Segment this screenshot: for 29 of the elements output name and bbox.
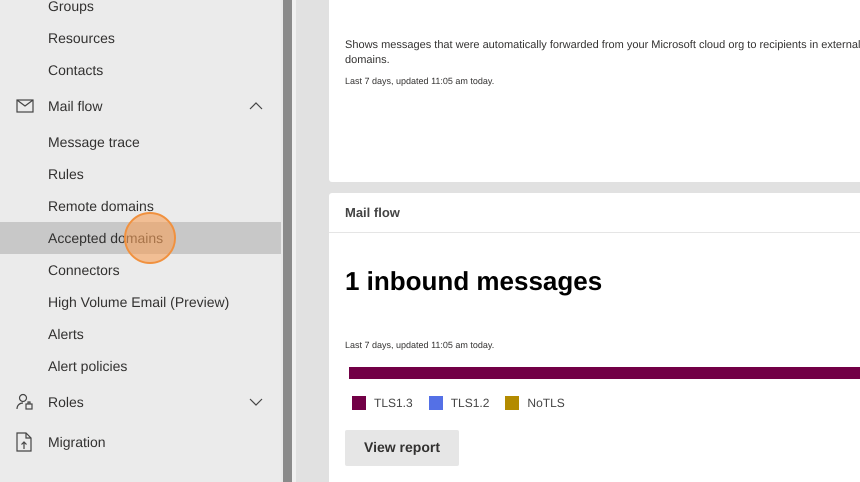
- card-title: Mail flow: [345, 204, 400, 222]
- legend-label: TLS1.2: [450, 394, 490, 412]
- nav-group-label[interactable]: Roles: [48, 392, 249, 412]
- nav-item[interactable]: Resources: [0, 22, 281, 54]
- scrollbar[interactable]: [283, 0, 292, 482]
- card-description: Shows messages that were automatically forwarded from your Microsoft cloud org to recipients in external domains.: [345, 38, 860, 68]
- nav-item[interactable]: Rules: [0, 158, 281, 190]
- nav-item[interactable]: Alerts: [0, 318, 281, 350]
- legend-label: NoTLS: [527, 394, 565, 412]
- chevron-up-icon[interactable]: [249, 102, 263, 110]
- nav-item[interactable]: Remote domains: [0, 190, 281, 222]
- nav-item[interactable]: Alert policies: [0, 350, 281, 382]
- nav-group-label[interactable]: Mail flow: [48, 96, 249, 116]
- nav-item[interactable]: Contacts: [0, 54, 281, 86]
- legend-label: TLS1.3: [374, 394, 413, 412]
- nav-group-label[interactable]: Migration: [48, 432, 263, 452]
- updated-note: Last 7 days, updated 11:05 am today.: [344, 339, 496, 352]
- headline: 1 inbound messages: [344, 265, 604, 297]
- view-report-button[interactable]: View report: [345, 430, 459, 466]
- nav-item[interactable]: High Volume Email (Preview): [0, 286, 281, 318]
- envelope-icon: [16, 99, 34, 113]
- updated-note: Last 7 days, updated 11:05 am today.: [345, 75, 496, 88]
- document-arrow-icon: [16, 432, 32, 452]
- nav-item[interactable]: Groups: [0, 0, 281, 22]
- person-badge-icon: [16, 393, 34, 411]
- chevron-down-icon[interactable]: [249, 398, 263, 406]
- nav-item[interactable]: Message trace: [0, 126, 281, 158]
- nav-item[interactable]: Accepted domains: [0, 222, 281, 254]
- nav-item[interactable]: Connectors: [0, 254, 281, 286]
